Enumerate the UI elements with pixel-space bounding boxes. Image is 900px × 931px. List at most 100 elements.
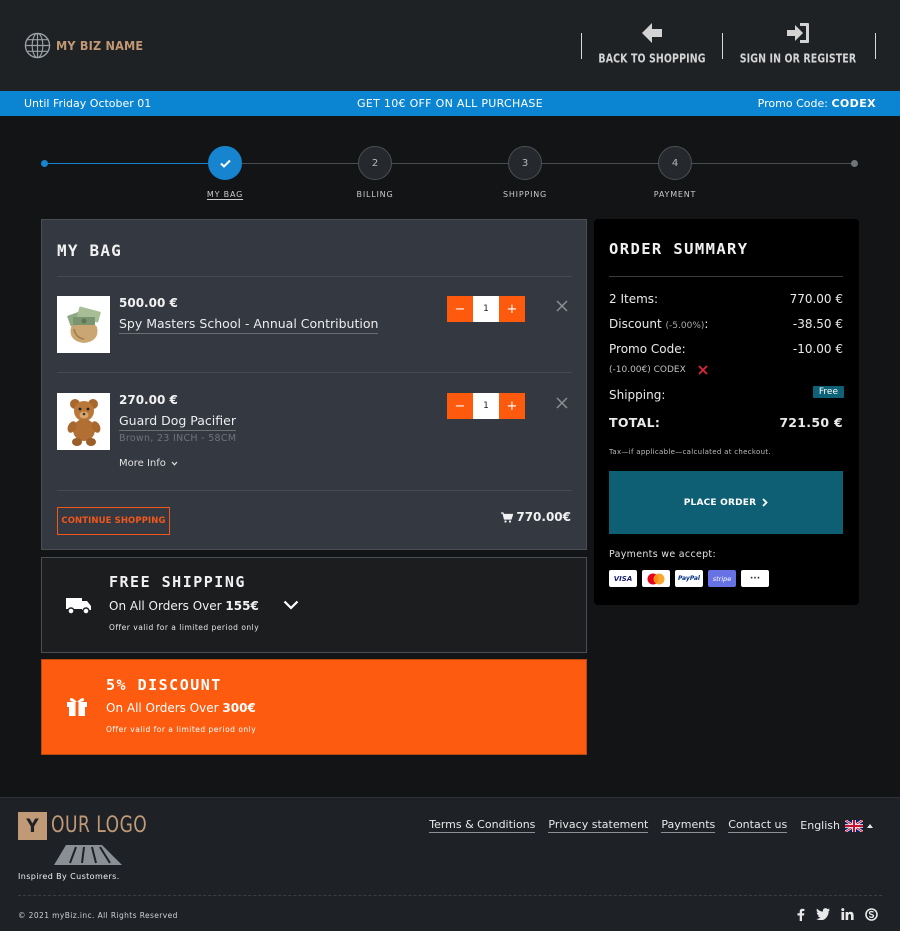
summary-shipping-row: Shipping: [609, 388, 843, 402]
step-shipping[interactable]: 3 [508, 146, 542, 180]
teddy-bear-image [67, 398, 100, 446]
language-selector[interactable]: English [800, 819, 873, 832]
step-payment[interactable]: 4 [658, 146, 692, 180]
contact-link[interactable]: Contact us [728, 818, 788, 833]
place-order-button[interactable]: PLACE ORDER [609, 471, 843, 534]
remove-item-close-icon[interactable] [554, 298, 570, 314]
divider [57, 372, 572, 373]
chevron-down-icon[interactable] [283, 600, 299, 610]
twitter-icon[interactable] [816, 908, 830, 921]
summary-items-row: 2 Items: 770.00 € [609, 292, 843, 306]
promo-code-text: Promo Code: CODEX [758, 97, 876, 110]
bag-title: MY BAG [57, 241, 122, 260]
divider [57, 276, 572, 277]
skype-icon[interactable] [865, 908, 878, 921]
discount-subtitle: On All Orders Over 300€ [106, 701, 256, 715]
payment-methods: VISA PayPal stripe ··· [609, 570, 774, 587]
quantity-stepper: − 1 + [447, 296, 525, 322]
discount-prefix: On All Orders Over [106, 701, 223, 715]
footer-logo-text: OUR LOGO [51, 812, 148, 838]
language-label: English [800, 819, 840, 832]
step-label-payment[interactable]: PAYMENT [615, 190, 735, 199]
quantity-stepper: − 1 + [447, 393, 525, 419]
footer-logo-letter: Y [18, 812, 47, 840]
globe-icon [24, 32, 51, 59]
decrease-quantity-button[interactable]: − [447, 296, 473, 322]
chevron-right-icon [762, 498, 769, 507]
summary-promo-row: Promo Code: -10.00 € [609, 342, 843, 356]
remove-promo-close-icon[interactable] [698, 365, 708, 375]
item-price: 270.00 € [119, 393, 178, 407]
linkedin-icon[interactable] [841, 908, 854, 921]
step-label-shipping[interactable]: SHIPPING [465, 190, 585, 199]
promo-code-value: CODEX [831, 97, 876, 110]
footer-divider [18, 895, 882, 896]
item-price: 500.00 € [119, 296, 178, 310]
site-footer: Y OUR LOGO Inspired By Customers. Terms … [0, 797, 900, 931]
item-name-link[interactable]: Guard Dog Pacifier [119, 413, 236, 431]
mastercard-icon [642, 570, 670, 587]
facebook-icon[interactable] [796, 908, 805, 921]
step-label-my-bag[interactable]: MY BAG [165, 190, 285, 199]
privacy-link[interactable]: Privacy statement [548, 818, 649, 833]
product-thumbnail-money-bag[interactable] [57, 296, 110, 353]
payments-link[interactable]: Payments [661, 818, 716, 833]
step-label-billing[interactable]: BILLING [315, 190, 435, 199]
order-summary-title: ORDER SUMMARY [609, 240, 749, 258]
cart-item: 270.00 € Guard Dog Pacifier Brown, 23 IN… [57, 393, 572, 498]
brand-logo[interactable]: MY BIZ NAME [24, 32, 143, 59]
terms-link[interactable]: Terms & Conditions [429, 818, 536, 833]
continue-shopping-button[interactable]: CONTINUE SHOPPING [57, 507, 170, 535]
money-bag-image [66, 306, 101, 343]
more-info-toggle[interactable]: More Info [119, 458, 178, 469]
total-value: 721.50 € [779, 415, 843, 430]
copyright: © 2021 myBiz.inc. All Rights Reserved [18, 911, 178, 920]
remove-item-close-icon[interactable] [554, 395, 570, 411]
plus-icon: + [506, 398, 518, 414]
product-thumbnail-teddy-bear[interactable] [57, 393, 110, 450]
social-links [785, 908, 878, 921]
free-shipping-subtitle: On All Orders Over 155€ [109, 599, 259, 613]
promo-value: -10.00 € [792, 342, 843, 356]
divider [57, 490, 572, 491]
step-billing[interactable]: 2 [358, 146, 392, 180]
visa-icon: VISA [609, 570, 637, 587]
cart-item: 500.00 € Spy Masters School - Annual Con… [57, 296, 572, 366]
footer-links: Terms & Conditions Privacy statement Pay… [416, 818, 873, 833]
discount-label: Discount [609, 317, 662, 331]
plus-icon: + [506, 301, 518, 317]
quantity-input[interactable]: 1 [473, 393, 499, 419]
uk-flag-icon [845, 819, 863, 832]
stripe-icon: stripe [708, 570, 736, 587]
my-bag-panel: MY BAG 500.00 € Spy Masters School - Ann… [41, 219, 587, 550]
discount-value: -38.50 € [792, 317, 843, 331]
item-name-link[interactable]: Spy Masters School - Annual Contribution [119, 316, 379, 334]
bag-total: 770.00€ [501, 510, 571, 524]
step-my-bag[interactable] [208, 146, 242, 180]
back-to-shopping-button[interactable]: BACK TO SHOPPING [587, 22, 717, 66]
minus-icon: − [454, 301, 466, 317]
arrow-left-icon [642, 23, 662, 43]
site-header: MY BIZ NAME BACK TO SHOPPING SIGN IN OR … [0, 0, 900, 91]
discount-title: 5% DISCOUNT [106, 676, 222, 694]
decrease-quantity-button[interactable]: − [447, 393, 473, 419]
shipping-free-badge: Free [812, 386, 844, 398]
header-divider [722, 33, 723, 59]
road-icon [54, 845, 122, 865]
increase-quantity-button[interactable]: + [499, 393, 525, 419]
header-divider [875, 33, 876, 59]
stepper-progress-line [45, 163, 208, 164]
brand-name: MY BIZ NAME [56, 38, 144, 53]
bag-total-value: 770.00€ [516, 510, 571, 524]
truck-icon [66, 598, 91, 615]
stepper-end-dot [851, 160, 858, 167]
header-divider [581, 33, 582, 59]
discount-card: 5% DISCOUNT On All Orders Over 300€ Offe… [41, 659, 587, 755]
sign-in-label: SIGN IN OR REGISTER [739, 52, 857, 66]
quantity-input[interactable]: 1 [473, 296, 499, 322]
increase-quantity-button[interactable]: + [499, 296, 525, 322]
discount-amount: 300€ [222, 701, 256, 715]
discount-note: Offer valid for a limited period only [106, 725, 257, 734]
sign-in-button[interactable]: SIGN IN OR REGISTER [733, 22, 863, 66]
applied-promo-code: (-10.00€) CODEX [609, 365, 708, 375]
